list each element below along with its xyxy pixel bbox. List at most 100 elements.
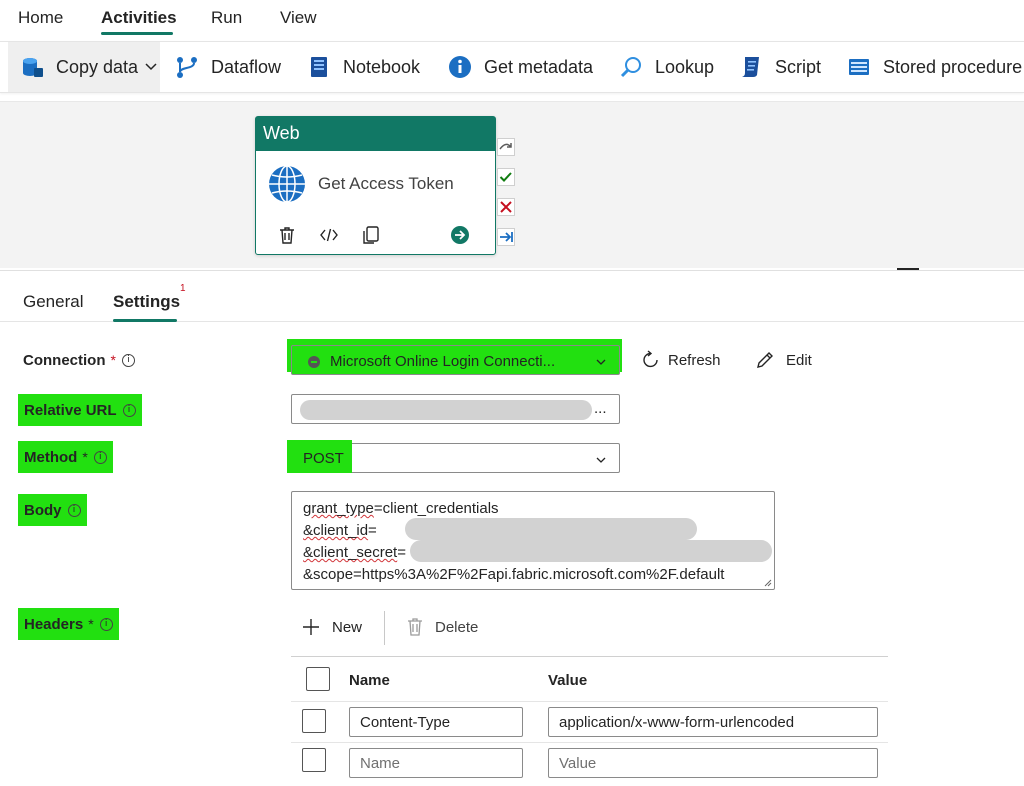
select-all-checkbox[interactable] xyxy=(306,667,330,691)
header-name-input[interactable]: Content-Type xyxy=(349,707,523,737)
script-button[interactable]: Script xyxy=(739,42,821,92)
tab-general[interactable]: General xyxy=(23,292,83,312)
headers-label: Headers * i xyxy=(18,608,119,640)
edit-label: Edit xyxy=(786,351,812,369)
toolbar-divider xyxy=(384,611,385,645)
new-label: New xyxy=(332,618,363,636)
info-icon[interactable]: i xyxy=(67,503,81,517)
relative-url-input[interactable]: ... xyxy=(291,394,620,424)
tab-home[interactable]: Home xyxy=(18,8,63,28)
top-nav: Home Activities Run View xyxy=(0,0,1024,38)
required-marker: * xyxy=(82,449,88,465)
info-icon[interactable]: i xyxy=(121,353,135,367)
copy-data-icon xyxy=(23,58,43,77)
info-icon xyxy=(449,56,471,78)
script-label: Script xyxy=(775,56,822,77)
body-line-2-key: &client_id xyxy=(303,522,369,539)
get-metadata-button[interactable]: Get metadata xyxy=(448,42,593,92)
stored-procedure-icon xyxy=(849,59,869,75)
chevron-down-icon xyxy=(596,457,606,463)
notebook-icon xyxy=(311,57,327,77)
body-textarea[interactable]: grant_type=client_credentials &client_id… xyxy=(291,491,775,590)
chevron-down-icon xyxy=(145,63,157,71)
method-label-text: Method xyxy=(24,448,78,466)
body-line-1-value: =client_credentials xyxy=(373,500,499,517)
column-header-value: Value xyxy=(548,672,588,689)
new-header-name-input[interactable]: Name xyxy=(349,748,523,778)
copy-data-label: Copy data xyxy=(56,56,139,77)
activity-name: Get Access Token xyxy=(318,174,454,193)
new-header-value-input[interactable]: Value xyxy=(548,748,878,778)
failure-x-icon[interactable] xyxy=(497,198,515,220)
info-icon[interactable]: i xyxy=(99,617,113,631)
resize-grip-icon[interactable] xyxy=(762,577,772,587)
table-header-row: Name Value xyxy=(291,657,888,702)
lookup-icon xyxy=(620,57,641,78)
copy-data-button[interactable]: Copy data xyxy=(8,42,160,92)
required-marker: * xyxy=(110,352,116,368)
stored-procedure-label: Stored procedure xyxy=(883,56,1023,77)
body-label-text: Body xyxy=(24,501,62,519)
skip-icon[interactable] xyxy=(497,138,515,160)
chevron-down-icon xyxy=(596,359,606,365)
active-tab-indicator xyxy=(113,319,177,322)
connection-label: Connection * i xyxy=(23,350,135,370)
method-label: Method * i xyxy=(18,441,113,473)
row-checkbox[interactable] xyxy=(302,748,326,772)
lookup-label: Lookup xyxy=(655,56,715,77)
properties-tabs: General Settings 1 xyxy=(0,270,1024,322)
pipeline-canvas[interactable]: Web Get Access Token xyxy=(0,101,1024,268)
delete-icon[interactable] xyxy=(277,225,297,249)
redacted-client-id xyxy=(405,518,697,540)
edit-button[interactable]: Edit xyxy=(755,350,812,370)
body-line-4: &scope=https%3A%2F%2Fapi.fabric.microsof… xyxy=(303,566,725,583)
success-check-icon[interactable] xyxy=(497,168,515,190)
info-icon[interactable]: i xyxy=(93,450,107,464)
redacted-client-secret xyxy=(410,540,772,562)
lookup-button[interactable]: Lookup xyxy=(619,42,714,92)
completion-arrow-icon[interactable] xyxy=(497,228,515,250)
refresh-label: Refresh xyxy=(668,351,721,369)
headers-label-text: Headers xyxy=(24,615,84,633)
relative-url-label: Relative URL i xyxy=(18,394,142,426)
connection-dropdown[interactable]: Microsoft Online Login Connecti... xyxy=(291,345,620,375)
globe-icon xyxy=(269,165,305,203)
pencil-icon xyxy=(757,352,773,368)
info-icon[interactable]: i xyxy=(122,403,136,417)
refresh-button[interactable]: Refresh xyxy=(641,350,721,370)
required-marker: * xyxy=(88,616,94,632)
method-value: POST xyxy=(303,450,344,467)
body-line-3-key: &client_secret xyxy=(303,544,398,561)
header-value-input[interactable]: application/x-www-form-urlencoded xyxy=(548,707,878,737)
redacted-url xyxy=(300,400,592,420)
code-icon[interactable] xyxy=(319,225,339,249)
relative-url-label-text: Relative URL xyxy=(24,401,117,419)
notebook-button[interactable]: Notebook xyxy=(307,42,420,92)
activity-type-label: Web xyxy=(256,117,495,151)
settings-error-badge: 1 xyxy=(180,283,186,294)
web-activity-card[interactable]: Web Get Access Token xyxy=(255,116,496,255)
activities-toolbar: Copy data Dataflow Notebook Get metadata xyxy=(0,41,1024,93)
url-ellipsis: ... xyxy=(594,400,607,417)
refresh-icon xyxy=(643,350,658,368)
delete-label: Delete xyxy=(435,618,479,636)
tab-view[interactable]: View xyxy=(280,8,317,28)
delete-header-button[interactable]: Delete xyxy=(406,617,478,637)
tab-settings[interactable]: Settings xyxy=(113,292,180,312)
connection-status-icon xyxy=(308,355,320,368)
body-line-3-value: = xyxy=(397,544,406,561)
stored-procedure-button[interactable]: Stored procedure xyxy=(847,42,1022,92)
tab-activities[interactable]: Activities xyxy=(101,8,177,28)
dataflow-button[interactable]: Dataflow xyxy=(175,42,281,92)
notebook-label: Notebook xyxy=(343,56,421,77)
table-row: Content-Type application/x-www-form-urle… xyxy=(291,702,888,743)
new-header-button[interactable]: New xyxy=(301,617,362,637)
copy-icon[interactable] xyxy=(361,225,381,249)
tab-run[interactable]: Run xyxy=(211,8,242,28)
trash-icon xyxy=(408,618,422,636)
plus-icon xyxy=(303,619,319,635)
get-metadata-label: Get metadata xyxy=(484,56,594,77)
row-checkbox[interactable] xyxy=(302,709,326,733)
arrow-right-circle-icon[interactable] xyxy=(450,225,470,249)
connection-label-text: Connection xyxy=(23,351,106,369)
